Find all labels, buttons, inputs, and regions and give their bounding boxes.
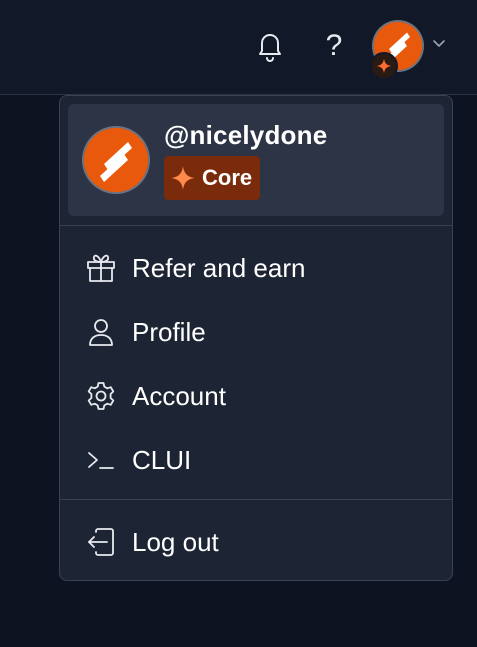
menu-item-profile[interactable]: Profile bbox=[60, 304, 452, 360]
menu-divider bbox=[60, 225, 452, 226]
sparkle-icon bbox=[171, 166, 195, 190]
top-bar: ? bbox=[0, 0, 477, 95]
chevron-down-icon bbox=[433, 40, 445, 47]
menu-item-label: Account bbox=[132, 380, 226, 411]
logo-icon bbox=[84, 128, 148, 192]
sparkle-icon bbox=[376, 58, 392, 74]
menu-item-account[interactable]: Account bbox=[60, 368, 452, 424]
user-card: @nicelydone Core bbox=[68, 104, 444, 216]
menu-item-label: Refer and earn bbox=[132, 252, 306, 283]
help-button[interactable]: ? bbox=[322, 28, 346, 64]
menu-divider bbox=[60, 499, 452, 500]
username: @nicelydone bbox=[164, 120, 328, 150]
terminal-icon bbox=[84, 443, 118, 477]
logout-icon bbox=[84, 525, 118, 559]
plan-label: Core bbox=[202, 165, 253, 190]
plan-badge: Core bbox=[164, 156, 261, 200]
gift-icon bbox=[84, 251, 118, 285]
menu-item-label: Profile bbox=[132, 316, 206, 347]
bell-icon bbox=[259, 34, 281, 62]
menu-item-label: CLUI bbox=[132, 444, 192, 475]
menu-item-label: Log out bbox=[132, 526, 219, 557]
user-avatar bbox=[84, 128, 148, 192]
plan-badge-small bbox=[370, 52, 398, 80]
menu-item-clui[interactable]: CLUI bbox=[60, 432, 452, 488]
gear-icon bbox=[84, 379, 118, 413]
menu-item-refer-and-earn[interactable]: Refer and earn bbox=[60, 240, 452, 296]
menu-item-log-out[interactable]: Log out bbox=[60, 514, 452, 570]
user-dropdown-menu: @nicelydone Core Refer and earn Profile … bbox=[59, 95, 453, 581]
notifications-button[interactable] bbox=[255, 30, 285, 64]
question-mark-icon: ? bbox=[325, 29, 343, 62]
user-menu-button[interactable] bbox=[370, 22, 452, 80]
user-icon bbox=[84, 315, 118, 349]
